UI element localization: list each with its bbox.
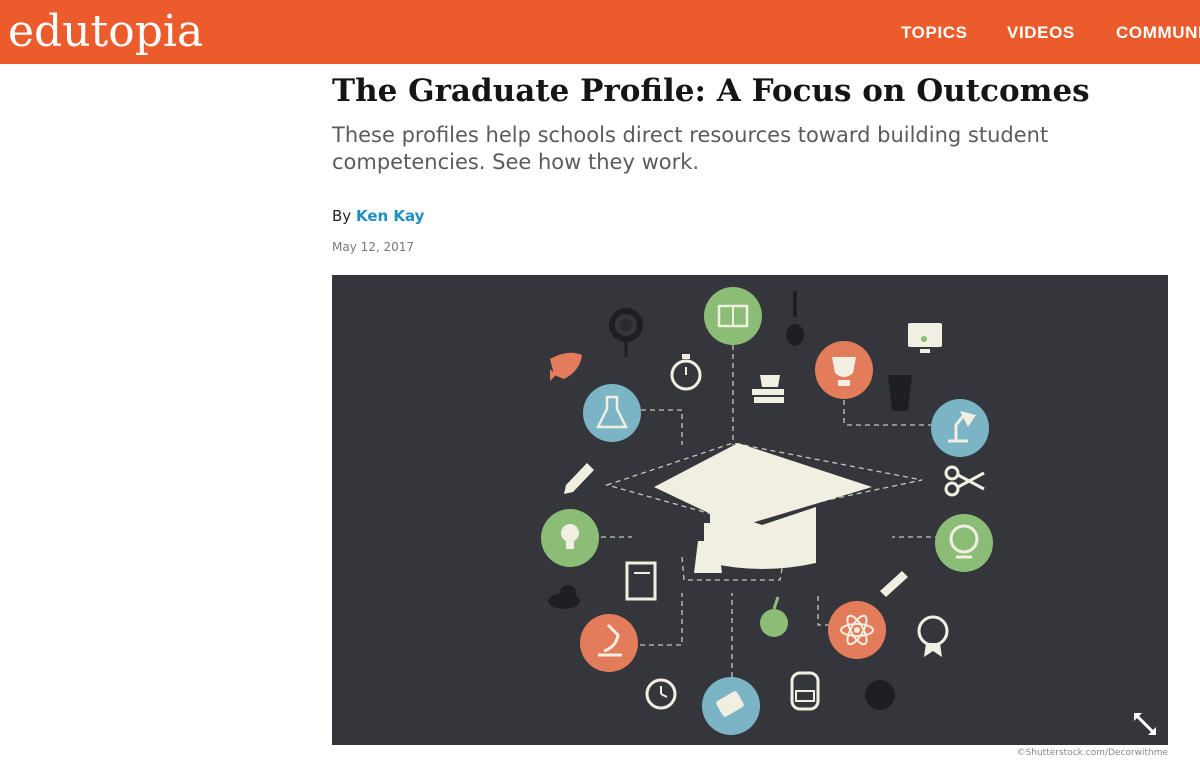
apple-icon	[760, 596, 788, 637]
backpack-icon	[790, 671, 820, 711]
alarm-clock-icon	[645, 678, 677, 710]
lamp-icon	[931, 399, 989, 457]
trophy-icon	[815, 341, 873, 399]
nav-community[interactable]: COMMUNI	[1116, 23, 1200, 43]
cup-icon	[888, 375, 912, 411]
hero-image	[332, 275, 1168, 745]
lightbulb-icon	[541, 509, 599, 567]
atom-icon	[828, 601, 886, 659]
guitar-icon	[786, 291, 804, 346]
pencil-icon	[564, 463, 594, 494]
site-header: edutopia TOPICS VIDEOS COMMUNI	[0, 0, 1200, 64]
edutopia-logo[interactable]: edutopia	[8, 6, 203, 58]
expand-image-button[interactable]	[1130, 709, 1160, 739]
microscope-icon	[580, 614, 638, 672]
cloud-icon	[548, 585, 580, 609]
expand-icon	[1134, 713, 1156, 735]
article-subtitle: These profiles help schools direct resou…	[332, 123, 1049, 174]
flower-icon	[609, 308, 643, 357]
nav-videos[interactable]: VIDEOS	[1007, 23, 1075, 43]
graduation-cap-icon	[654, 443, 872, 573]
basketball-icon	[865, 680, 895, 710]
publish-date: May 12, 2017	[332, 240, 415, 254]
image-credit: ©Shutterstock.com/Decorwithme	[1016, 748, 1168, 758]
medal-icon	[917, 615, 949, 657]
hero-illustration	[541, 287, 993, 735]
pen-icon	[880, 571, 908, 597]
scissors-icon	[944, 465, 985, 497]
notebook-icon	[625, 561, 657, 601]
article-title: The Graduate Profile: A Focus on Outcome…	[332, 73, 1090, 109]
paint-icon	[702, 677, 760, 735]
author-link[interactable]: Ken Kay	[356, 207, 425, 225]
book-icon	[704, 287, 762, 345]
byline-prefix: By	[332, 207, 352, 225]
music-screen-icon	[908, 323, 942, 353]
byline: By Ken Kay	[332, 207, 424, 225]
flask-icon	[583, 384, 641, 442]
globe-icon	[935, 514, 993, 572]
coffee-stack-icon	[752, 375, 784, 403]
rocket-icon	[550, 352, 582, 381]
nav-topics[interactable]: TOPICS	[901, 23, 968, 43]
stopwatch-icon	[670, 354, 702, 391]
